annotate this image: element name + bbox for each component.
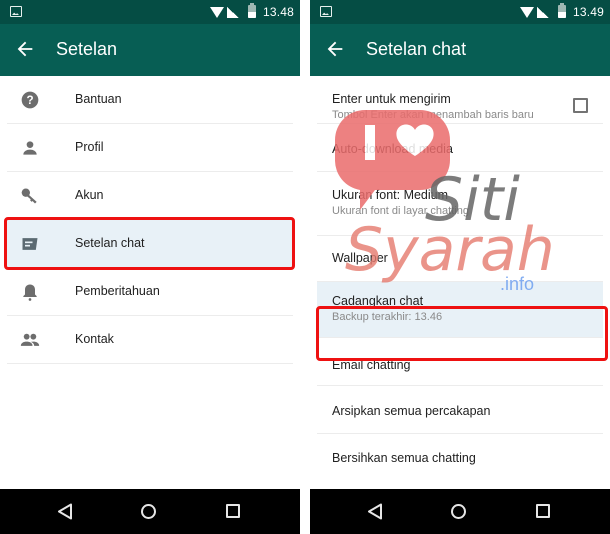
signal-icon bbox=[227, 7, 239, 18]
menu-item-label: Pemberitahuan bbox=[75, 284, 160, 298]
setting-title: Arsipkan semua percakapan bbox=[332, 404, 491, 418]
setting-title: Email chatting bbox=[332, 358, 411, 372]
menu-item-label: Profil bbox=[75, 140, 104, 154]
setting-wallpaper[interactable]: Wallpaper bbox=[317, 236, 603, 282]
wifi-icon bbox=[520, 7, 534, 18]
image-notification-icon bbox=[10, 6, 22, 17]
menu-item-akun[interactable]: Akun bbox=[7, 172, 293, 220]
setting-title: Ukuran font: Medium bbox=[332, 188, 449, 202]
person-icon bbox=[23, 141, 37, 155]
arrow-left-icon[interactable] bbox=[14, 38, 36, 60]
nav-bar bbox=[0, 489, 300, 534]
nav-bar bbox=[310, 489, 610, 534]
nav-recents-icon[interactable] bbox=[536, 504, 550, 518]
setting-title: Enter untuk mengirim bbox=[332, 92, 451, 106]
menu-item-pemberitahuan[interactable]: Pemberitahuan bbox=[7, 268, 293, 316]
status-bar: 13.49 bbox=[310, 0, 610, 24]
setting-backup-chat[interactable]: Cadangkan chat Backup terakhir: 13.46 bbox=[317, 282, 603, 338]
svg-text:?: ? bbox=[26, 94, 33, 107]
toolbar: Setelan chat bbox=[310, 24, 610, 76]
nav-home-icon[interactable] bbox=[451, 504, 466, 519]
settings-screen: 13.48 Setelan ? Bantuan Profil Akun Sete… bbox=[0, 0, 300, 534]
menu-item-setelan-chat[interactable]: Setelan chat bbox=[7, 220, 293, 268]
nav-back-icon[interactable] bbox=[367, 503, 383, 520]
toolbar: Setelan bbox=[0, 24, 300, 76]
battery-icon bbox=[248, 3, 256, 18]
setting-font-size[interactable]: Ukuran font: Medium Ukuran font di layar… bbox=[317, 172, 603, 236]
setting-title: Auto-download media bbox=[332, 142, 453, 156]
image-notification-icon bbox=[320, 6, 332, 17]
setting-archive-all[interactable]: Arsipkan semua percakapan bbox=[317, 386, 603, 434]
nav-recents-icon[interactable] bbox=[226, 504, 240, 518]
setting-email-chat[interactable]: Email chatting bbox=[317, 338, 603, 386]
battery-icon bbox=[558, 3, 566, 18]
setting-subtitle: Ukuran font di layar chatting bbox=[332, 205, 469, 217]
menu-item-label: Kontak bbox=[75, 332, 114, 346]
menu-item-profil[interactable]: Profil bbox=[7, 124, 293, 172]
chat-icon bbox=[22, 238, 38, 250]
contacts-icon bbox=[20, 333, 40, 346]
arrow-left-icon[interactable] bbox=[324, 38, 346, 60]
nav-home-icon[interactable] bbox=[141, 504, 156, 519]
menu-item-bantuan[interactable]: ? Bantuan bbox=[7, 76, 293, 124]
key-icon bbox=[21, 188, 37, 204]
setting-title: Cadangkan chat bbox=[332, 294, 424, 308]
bell-icon bbox=[23, 284, 37, 301]
settings-menu: ? Bantuan Profil Akun Setelan chat Pembe… bbox=[0, 76, 300, 364]
menu-item-kontak[interactable]: Kontak bbox=[7, 316, 293, 364]
status-time: 13.48 bbox=[263, 5, 295, 19]
setting-title: Bersihkan semua chatting bbox=[332, 451, 476, 465]
page-title: Setelan bbox=[56, 39, 118, 59]
nav-back-icon[interactable] bbox=[57, 503, 73, 520]
status-time: 13.49 bbox=[573, 5, 605, 19]
chat-settings-list: Enter untuk mengirim Tombol Enter akan m… bbox=[310, 76, 610, 482]
menu-item-label: Akun bbox=[75, 188, 104, 202]
page-title: Setelan chat bbox=[366, 39, 467, 59]
wifi-icon bbox=[210, 7, 224, 18]
status-bar: 13.48 bbox=[0, 0, 300, 24]
setting-auto-download[interactable]: Auto-download media bbox=[317, 108, 603, 172]
setting-clear-all[interactable]: Bersihkan semua chatting bbox=[317, 434, 603, 482]
menu-item-label: Setelan chat bbox=[75, 236, 145, 250]
chat-settings-screen: 13.49 Setelan chat Enter untuk mengirim … bbox=[310, 0, 610, 534]
menu-item-label: Bantuan bbox=[75, 92, 122, 106]
setting-title: Wallpaper bbox=[332, 251, 388, 265]
setting-subtitle: Backup terakhir: 13.46 bbox=[332, 311, 443, 323]
help-circle-icon: ? bbox=[21, 91, 39, 109]
signal-icon bbox=[537, 7, 549, 18]
